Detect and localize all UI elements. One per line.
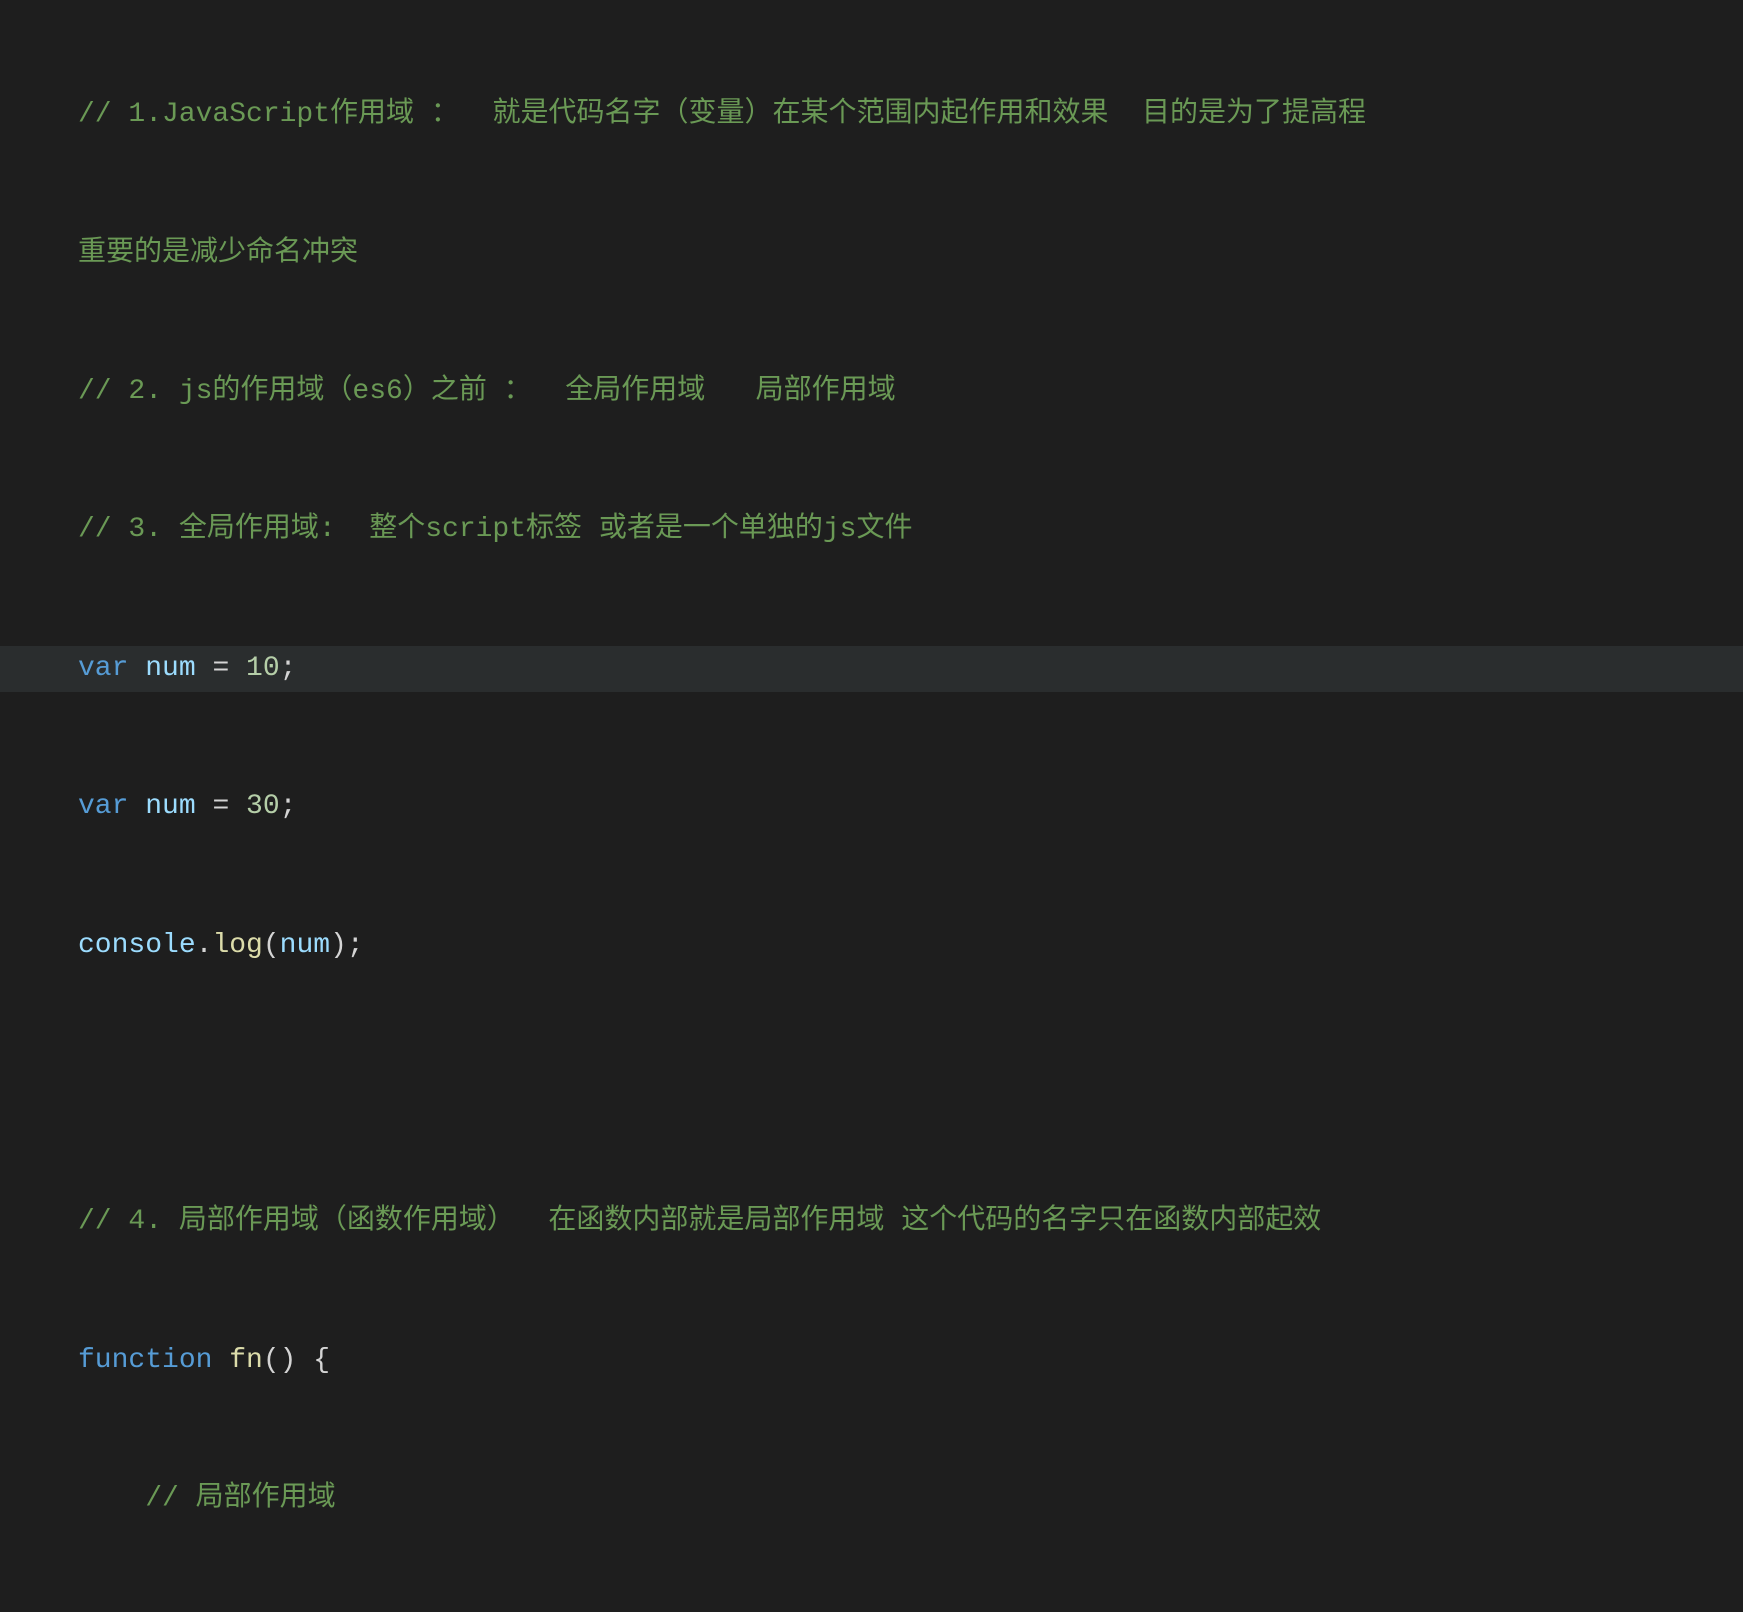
method-log: log bbox=[212, 923, 262, 969]
open-brace: { bbox=[313, 1338, 330, 1384]
dot: . bbox=[196, 923, 213, 969]
number-literal: 10 bbox=[246, 646, 280, 692]
operator: = bbox=[212, 784, 246, 830]
code-line[interactable]: // 3. 全局作用域: 整个script标签 或者是一个单独的js文件 bbox=[0, 508, 1743, 554]
code-line-active[interactable]: var num = 10; bbox=[0, 646, 1743, 692]
semicolon: ; bbox=[280, 784, 297, 830]
parens: () bbox=[263, 1338, 297, 1384]
code-line[interactable]: // 4. 局部作用域（函数作用域） 在函数内部就是局部作用域 这个代码的名字只… bbox=[0, 1199, 1743, 1245]
function-name: fn bbox=[229, 1338, 263, 1384]
keyword-var: var bbox=[78, 646, 128, 692]
variable-name: num bbox=[128, 784, 212, 830]
code-line[interactable]: // 局部作用域 bbox=[0, 1476, 1743, 1522]
keyword-function: function bbox=[78, 1338, 212, 1384]
close-paren: ) bbox=[330, 923, 347, 969]
code-line[interactable] bbox=[0, 1061, 1743, 1107]
code-line[interactable]: // 2. js的作用域（es6）之前 ： 全局作用域 局部作用域 bbox=[0, 369, 1743, 415]
code-line[interactable]: // 1.JavaScript作用域 ： 就是代码名字（变量）在某个范围内起作用… bbox=[0, 92, 1743, 138]
operator: = bbox=[212, 646, 246, 692]
console-object: console bbox=[78, 923, 196, 969]
space bbox=[296, 1338, 313, 1384]
comment-text: // 局部作用域 bbox=[145, 1476, 335, 1522]
code-line[interactable]: console.log(num); bbox=[0, 923, 1743, 969]
variable-name: num bbox=[128, 646, 212, 692]
argument: num bbox=[280, 923, 330, 969]
code-line[interactable]: function fn() { bbox=[0, 1338, 1743, 1384]
space bbox=[212, 1338, 229, 1384]
code-line[interactable]: var num = 30; bbox=[0, 784, 1743, 830]
comment-text: // 2. js的作用域（es6）之前 ： 全局作用域 局部作用域 bbox=[78, 369, 896, 415]
indent bbox=[78, 1476, 145, 1522]
semicolon: ; bbox=[280, 646, 297, 692]
code-line[interactable]: 重要的是减少命名冲突 bbox=[0, 231, 1743, 277]
number-literal: 30 bbox=[246, 784, 280, 830]
code-editor[interactable]: // 1.JavaScript作用域 ： 就是代码名字（变量）在某个范围内起作用… bbox=[0, 0, 1743, 1612]
comment-text: // 4. 局部作用域（函数作用域） 在函数内部就是局部作用域 这个代码的名字只… bbox=[78, 1199, 1321, 1245]
open-paren: ( bbox=[263, 923, 280, 969]
keyword-var: var bbox=[78, 784, 128, 830]
semicolon: ; bbox=[347, 923, 364, 969]
comment-text: 重要的是减少命名冲突 bbox=[78, 231, 358, 277]
comment-text: // 3. 全局作用域: 整个script标签 或者是一个单独的js文件 bbox=[78, 507, 912, 553]
comment-text: // 1.JavaScript作用域 ： 就是代码名字（变量）在某个范围内起作用… bbox=[78, 92, 1366, 138]
